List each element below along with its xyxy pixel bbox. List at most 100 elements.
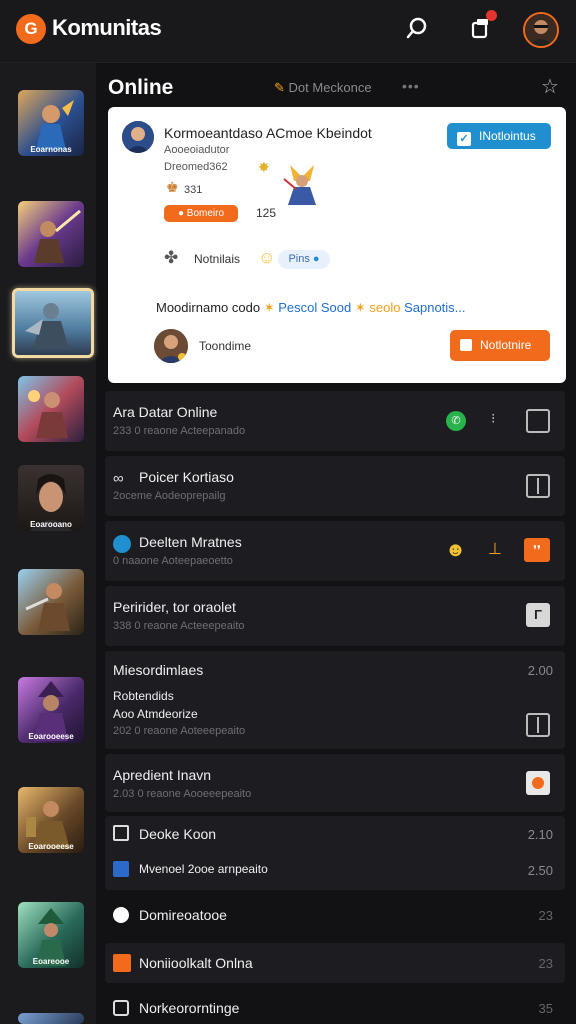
link-icon: ∞ xyxy=(113,470,124,487)
list-item-subtitle: 202 0 reaone Aoteeepeaito xyxy=(113,725,246,737)
featured-card: Kormoeantdaso ACmoe Kbeindot Aooeoiaduto… xyxy=(108,107,566,383)
list-item[interactable]: ∞ Poicer Kortiaso 2oceme Aodeoprepailg xyxy=(105,456,565,516)
list-item-title: Miesordimlaes xyxy=(113,662,204,678)
list-item-subtitle: 2.03 0 reaone Aooeeepeaito xyxy=(113,788,252,800)
list-item-title: Deoke Koon xyxy=(139,826,217,842)
desc-link-b[interactable]: Pescol Sood xyxy=(278,300,351,315)
app-icon xyxy=(113,861,129,877)
pin-icon[interactable]: ⊥ xyxy=(488,539,502,559)
card-title: Kormoeantdaso ACmoe Kbeindot xyxy=(164,125,372,141)
sidebar-thumb-4[interactable] xyxy=(18,376,84,442)
notification-icon[interactable] xyxy=(465,10,497,44)
card-meta: Dreomed362 xyxy=(164,161,228,173)
app-name: Komunitas xyxy=(52,15,162,40)
cta-button-label: Notlotnire xyxy=(480,338,532,352)
card-count: 331 xyxy=(184,184,203,196)
notify-button[interactable]: ✓ INotlointus xyxy=(447,123,551,149)
list-item[interactable]: Deelten Mratnes 0 naaone Aoteepaeoetto ☻… xyxy=(105,521,565,581)
flag-icon[interactable]: Γ xyxy=(526,603,550,627)
list-item[interactable]: Norkeororntinge 35 xyxy=(105,990,565,1024)
desc-link-d[interactable]: Sapnotis... xyxy=(404,300,465,315)
sidebar-thumb-7[interactable]: Eoarooeese xyxy=(18,677,84,743)
list-item-count: 2.10 xyxy=(527,827,553,842)
list-item-count: 2.50 xyxy=(527,863,553,878)
sidebar-thumb-10[interactable] xyxy=(18,1013,84,1024)
list-item-title: Ara Datar Online xyxy=(113,404,218,420)
sidebar-thumb-8[interactable]: Eoarooeese xyxy=(18,787,84,853)
gift-icon xyxy=(113,954,131,972)
pins-pill[interactable]: Pins ● xyxy=(278,250,330,269)
list-item[interactable]: Peririder, tor oraolet 338 0 reaone Acte… xyxy=(105,586,565,646)
sidebar-thumb-6[interactable] xyxy=(18,569,84,635)
desc-part-c[interactable]: seolo xyxy=(369,300,400,315)
more-icon[interactable]: ⁝ xyxy=(491,410,495,427)
list-item-subtitle: 2oceme Aodeoprepailg xyxy=(113,490,226,502)
list-item-count: 23 xyxy=(538,908,553,923)
thumb-caption: Eoareooe xyxy=(32,957,70,966)
notes-label: Notnilais xyxy=(194,252,241,266)
refresh-icon xyxy=(113,535,131,553)
fox-icon[interactable] xyxy=(526,771,550,795)
emoji-icon[interactable]: ☻ xyxy=(445,539,466,562)
list-item[interactable]: Ara Datar Online 233 0 reaone Acteepanad… xyxy=(105,391,565,451)
thumb-caption: Eoarooeese xyxy=(28,842,74,851)
list-item-subtitle: 233 0 reaone Acteepanado xyxy=(113,425,246,437)
status-pill[interactable]: ● Bomeiro xyxy=(164,205,238,222)
quote-icon[interactable]: ❜❜ xyxy=(524,538,550,562)
star-small-icon: ✶ xyxy=(263,300,275,315)
puzzle-icon: ✤ xyxy=(164,248,179,267)
thumb-caption: Eoarooano xyxy=(30,520,72,529)
list-item[interactable]: Apredient Inavn 2.03 0 reaone Aooeeepeai… xyxy=(105,754,565,812)
list-item-title: Norkeororntinge xyxy=(139,1000,240,1016)
list-item[interactable]: Noniioolkalt Onlna 23 xyxy=(105,943,565,983)
notification-badge xyxy=(486,10,497,21)
search-icon[interactable] xyxy=(402,14,432,44)
sidebar-thumb-1[interactable]: Eoarnonas xyxy=(18,90,84,156)
header-tag-label: Dot Meckonce xyxy=(288,80,372,95)
desc-part-a: Moodirnamo codo xyxy=(156,300,261,315)
cta-icon xyxy=(460,339,472,351)
card-count-secondary: 125 xyxy=(256,206,277,220)
sidebar-thumb-9[interactable]: Eoareooe xyxy=(18,902,84,968)
sparkle-icon: ✸ xyxy=(258,159,270,175)
sidebar-thumb-3-active[interactable] xyxy=(12,288,94,358)
app-logo[interactable]: G xyxy=(16,14,46,44)
header-tag[interactable]: ✎ Dot Meckonce xyxy=(274,80,372,96)
star-small-icon: ✶ xyxy=(354,300,366,315)
list-item[interactable]: Deoke Koon 2.10 Mvenoel 2ooe arnpeaito 2… xyxy=(105,816,565,890)
list-item-title: Domireoatooe xyxy=(139,907,227,923)
list-item-subtitle: 338 0 reaone Acteeepeaito xyxy=(113,620,245,632)
book-icon[interactable] xyxy=(526,713,550,737)
card-subtitle: Aooeoiadutor xyxy=(164,144,230,156)
list-item[interactable]: Miesordimlaes 2.00 Robtendids Aoo Atmdeo… xyxy=(105,651,565,749)
list-item-title: Poicer Kortiaso xyxy=(139,469,234,485)
list-item[interactable]: Domireoatooe 23 xyxy=(105,896,565,936)
emoji-icon[interactable]: ☺ xyxy=(258,248,275,268)
crown-icon: ♚ xyxy=(166,179,179,195)
play-icon xyxy=(113,1000,129,1016)
cta-button[interactable]: Notlotnire xyxy=(450,330,550,361)
circle-icon xyxy=(113,907,129,923)
more-icon[interactable]: ••• xyxy=(402,78,420,94)
sidebar-thumb-2[interactable] xyxy=(18,201,84,267)
list-item-count: 23 xyxy=(538,956,553,971)
page-title: Online xyxy=(108,76,174,99)
list-item-count: 35 xyxy=(538,1001,553,1016)
character-icon xyxy=(282,159,322,207)
checkbox[interactable] xyxy=(526,409,550,433)
star-icon[interactable]: ☆ xyxy=(541,74,559,99)
card-footer-label: Toondime xyxy=(199,339,252,353)
check-icon: ✓ xyxy=(457,132,471,146)
status-pill-label: Bomeiro xyxy=(186,208,225,219)
profile-avatar[interactable] xyxy=(523,12,559,48)
phone-icon[interactable]: ✆ xyxy=(446,411,466,431)
sidebar-thumb-5[interactable]: Eoarooano xyxy=(18,465,84,531)
notify-button-label: INotlointus xyxy=(479,129,536,143)
book-icon[interactable] xyxy=(526,474,550,498)
list-item-title: Noniioolkalt Onlna xyxy=(139,955,253,971)
card-footer-avatar[interactable] xyxy=(154,329,188,363)
card-avatar[interactable] xyxy=(122,121,154,153)
list-item-detail: Mvenoel 2ooe arnpeaito xyxy=(139,862,268,876)
list-item-title: Deelten Mratnes xyxy=(139,534,242,550)
list-item-detail: Robtendids xyxy=(113,689,174,703)
